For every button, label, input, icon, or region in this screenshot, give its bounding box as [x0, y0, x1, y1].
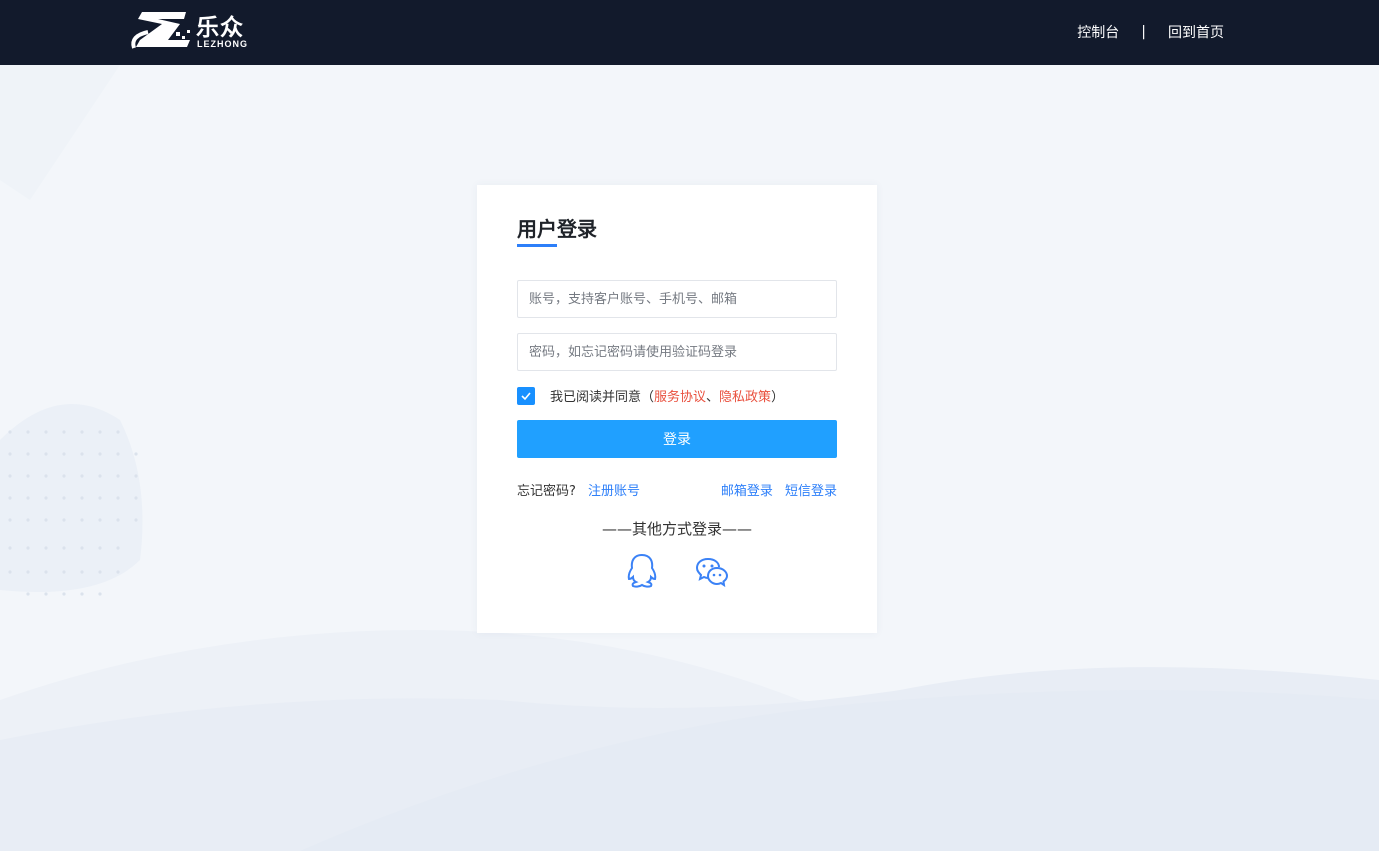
password-input[interactable]	[517, 333, 837, 371]
login-title: 用户登录	[517, 217, 597, 241]
agreement-comma: 、	[706, 390, 720, 405]
login-card: 用户登录 我已阅读并同意（ 服务协议 、 隐私政策 ） 登录 忘记密码? 注册账…	[477, 185, 877, 633]
other-login-methods-label: ——其他方式登录——	[601, 520, 752, 538]
agreement-row: 我已阅读并同意（ 服务协议 、 隐私政策 ）	[517, 386, 784, 405]
login-page: 乐众 LEZHONG 控制台 | 回到首页 用户登录 我已阅读并同意（ 服务协议…	[0, 0, 1379, 851]
auth-links-right: 邮箱登录 短信登录	[721, 480, 837, 499]
service-agreement-link[interactable]: 服务协议	[654, 386, 706, 405]
account-input[interactable]	[517, 280, 837, 318]
agreement-checkbox[interactable]	[517, 386, 535, 405]
title-underline	[517, 244, 557, 247]
logo-subtext: LEZHONG	[197, 39, 248, 49]
agreement-close: ）	[771, 390, 785, 405]
login-button[interactable]: 登录	[517, 420, 837, 458]
home-link[interactable]: 回到首页	[1168, 22, 1224, 42]
email-login-link[interactable]: 邮箱登录	[721, 484, 773, 499]
wechat-login-button[interactable]	[695, 553, 729, 589]
auth-links-left: 忘记密码? 注册账号	[517, 480, 640, 499]
wechat-icon	[695, 558, 729, 588]
register-link[interactable]: 注册账号	[588, 484, 640, 499]
top-navbar: 乐众 LEZHONG 控制台 | 回到首页	[0, 0, 1379, 65]
logo-text: 乐众	[196, 15, 244, 41]
agreement-text: 我已阅读并同意（	[550, 390, 655, 405]
qq-login-button[interactable]	[625, 553, 659, 589]
qq-icon	[627, 553, 657, 588]
console-link[interactable]: 控制台	[1077, 22, 1119, 42]
privacy-policy-link[interactable]: 隐私政策	[719, 386, 771, 405]
forgot-password-link[interactable]: 忘记密码?	[517, 484, 576, 499]
top-nav: 控制台 | 回到首页	[1077, 22, 1224, 42]
check-icon	[521, 391, 531, 400]
sms-login-link[interactable]: 短信登录	[785, 484, 837, 499]
nav-separator: |	[1141, 24, 1146, 40]
social-login	[477, 553, 877, 589]
